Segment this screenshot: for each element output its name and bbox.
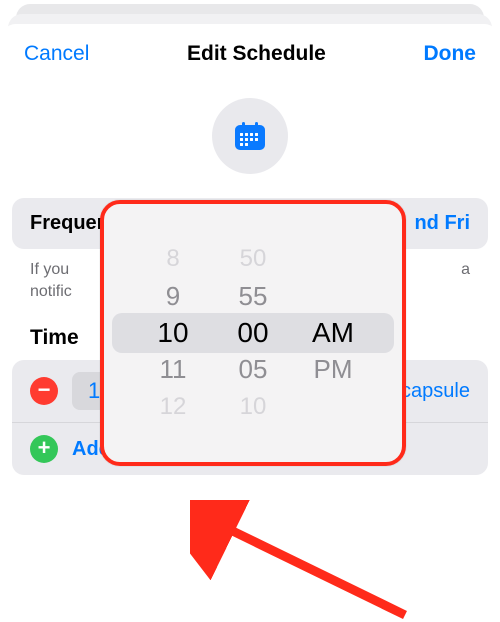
cancel-button[interactable]: Cancel bbox=[24, 42, 89, 66]
add-time-button[interactable]: + bbox=[30, 435, 58, 463]
remove-time-button[interactable]: − bbox=[30, 377, 58, 405]
period-wheel[interactable]: AM PM bbox=[293, 204, 373, 462]
schedule-icon-container bbox=[212, 98, 288, 174]
hour-wheel[interactable]: 8 9 10 11 12 bbox=[133, 204, 213, 462]
page-title: Edit Schedule bbox=[187, 42, 326, 66]
calendar-icon bbox=[233, 120, 267, 152]
time-picker-popover[interactable]: 8 9 10 11 12 50 55 00 05 10 AM PM bbox=[100, 200, 406, 466]
done-button[interactable]: Done bbox=[423, 42, 476, 66]
frequency-value: nd Fri bbox=[414, 212, 470, 235]
minute-wheel[interactable]: 50 55 00 05 10 bbox=[213, 204, 293, 462]
navigation-bar: Cancel Edit Schedule Done bbox=[0, 24, 500, 80]
